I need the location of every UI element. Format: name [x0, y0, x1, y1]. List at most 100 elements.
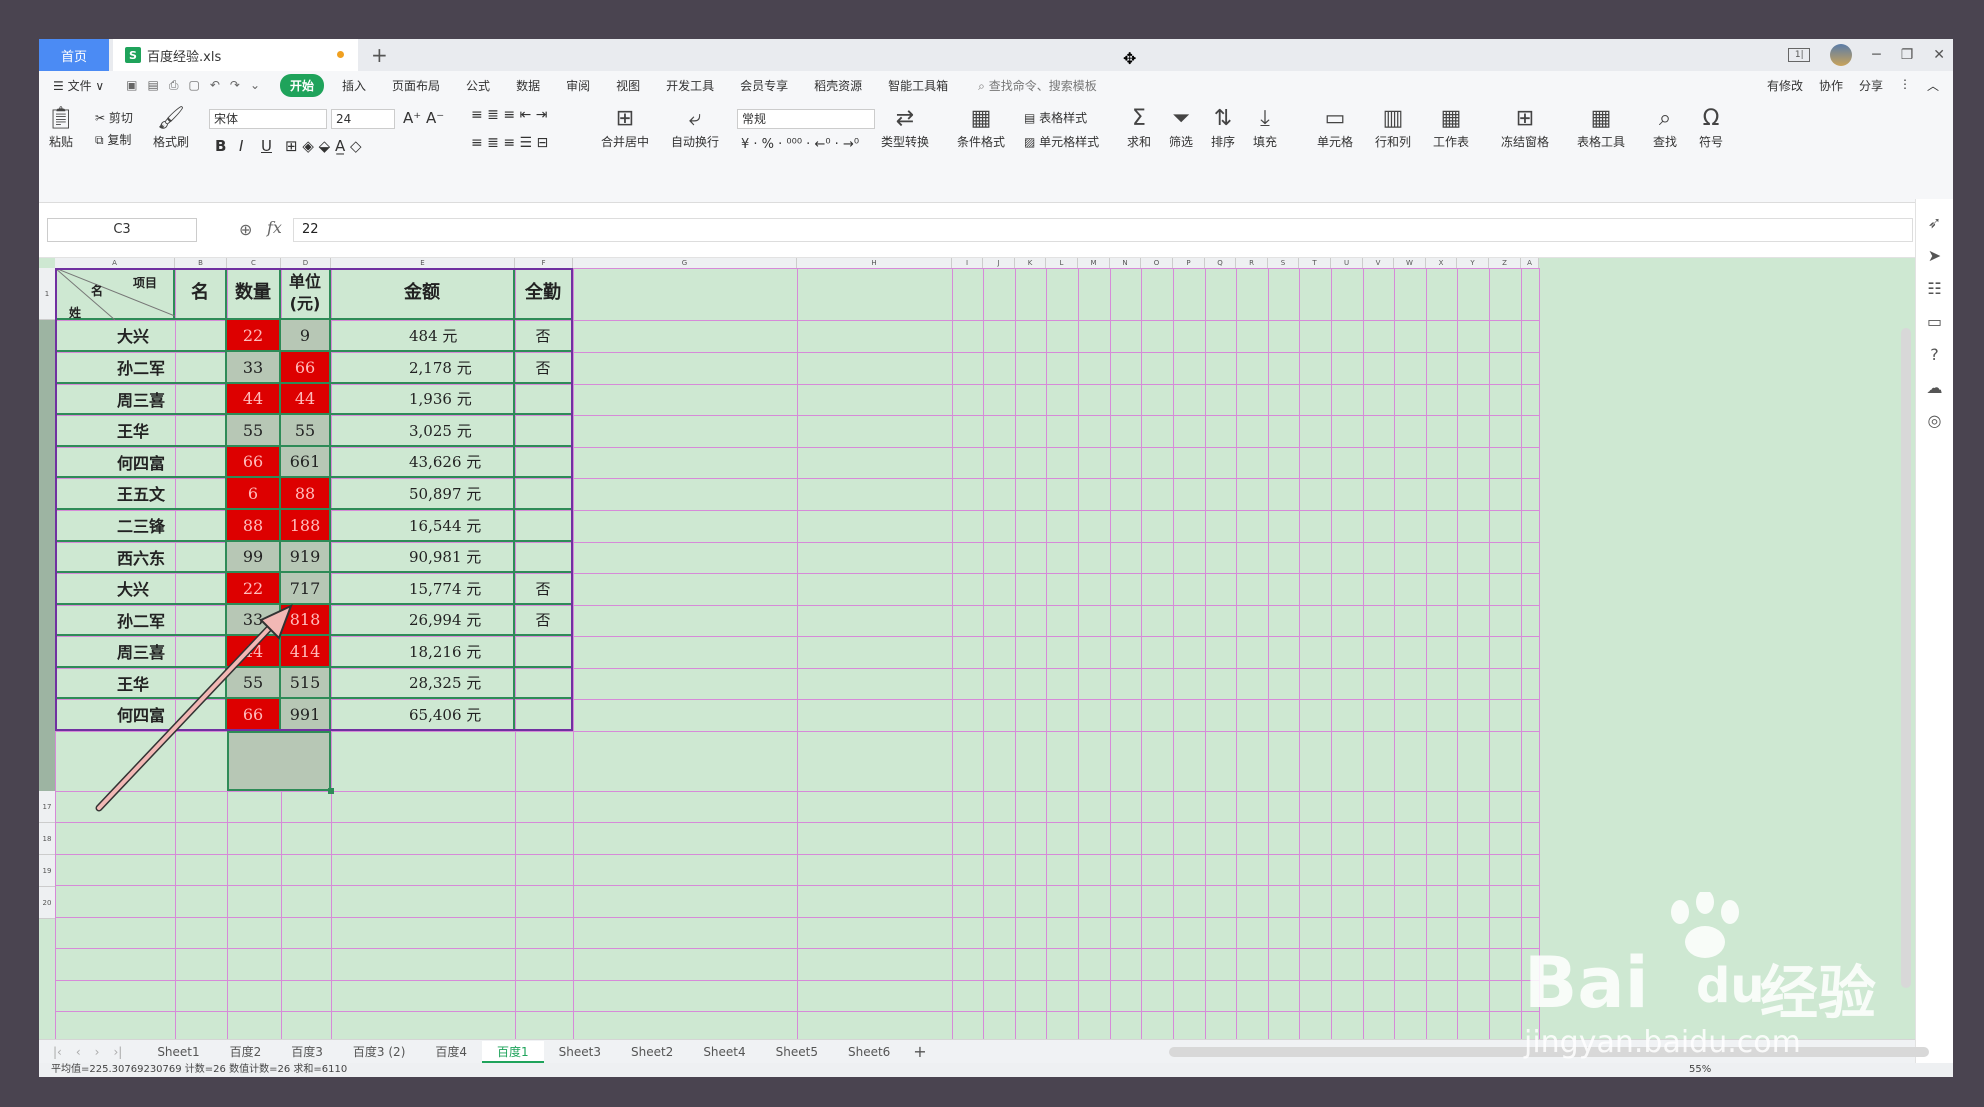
column-header-s[interactable]: S: [1268, 258, 1299, 268]
attendance-cell[interactable]: [515, 699, 573, 731]
align-top-icons[interactable]: ≡ ≣ ≡ ⇤ ⇥: [471, 107, 547, 123]
column-header-z[interactable]: Z: [1489, 258, 1521, 268]
amount-cell[interactable]: 28,325 元: [331, 668, 515, 699]
number-format-select[interactable]: 常规: [737, 109, 875, 129]
command-search[interactable]: ⌕ 查找命令、搜索模板: [978, 77, 1097, 94]
menu-tab-home[interactable]: 开始: [280, 73, 325, 97]
amount-cell[interactable]: 484 元: [331, 320, 515, 352]
attendance-cell[interactable]: [515, 668, 573, 699]
attendance-cell[interactable]: [515, 478, 573, 510]
column-header-w[interactable]: W: [1394, 258, 1426, 268]
menu-tab-data[interactable]: 数据: [516, 77, 540, 94]
wrap-text-button[interactable]: ⤶ 自动换行: [671, 105, 719, 150]
header-attendance[interactable]: 全勤: [515, 268, 573, 320]
menu-tab-insert[interactable]: 插入: [342, 77, 366, 94]
merge-center-button[interactable]: ⊞ 合并居中: [601, 105, 649, 150]
avatar[interactable]: [1830, 44, 1853, 66]
sheet-tab[interactable]: 百度1: [482, 1040, 544, 1063]
worksheet-button[interactable]: ▦ 工作表: [1433, 105, 1469, 150]
attendance-cell[interactable]: [515, 447, 573, 478]
export-icon[interactable]: ▤: [148, 78, 159, 93]
layout-icon[interactable]: ▭: [1916, 312, 1953, 331]
document-tab[interactable]: S 百度经验.xls: [113, 39, 358, 71]
formula-input[interactable]: 22: [293, 218, 1913, 242]
vertical-scrollbar[interactable]: [1901, 328, 1911, 988]
amount-cell[interactable]: 15,774 元: [331, 573, 515, 605]
print-icon[interactable]: ⎙: [169, 78, 179, 93]
sheet-tab[interactable]: 百度3 (2): [338, 1041, 420, 1063]
minimize-button[interactable]: ─: [1872, 47, 1880, 63]
column-header-a[interactable]: A: [1521, 258, 1539, 268]
paste-button[interactable]: 📋︎ 粘贴: [47, 105, 75, 150]
column-header-l[interactable]: L: [1046, 258, 1078, 268]
first-sheet-icon[interactable]: |‹: [53, 1045, 62, 1059]
attendance-cell[interactable]: 否: [515, 573, 573, 605]
rocket-icon[interactable]: ➶: [1916, 213, 1953, 232]
font-name-select[interactable]: 宋体: [209, 109, 327, 129]
column-header-x[interactable]: X: [1426, 258, 1457, 268]
reading-mode-icon[interactable]: 1|: [1788, 48, 1811, 62]
currency-percent-icons[interactable]: ¥ · % · ⁰⁰⁰ · ←⁰ · →⁰: [741, 137, 859, 152]
cut-button[interactable]: ✂ 剪切: [95, 109, 133, 126]
amount-cell[interactable]: 26,994 元: [331, 605, 515, 636]
column-header-k[interactable]: K: [1015, 258, 1046, 268]
sheet-tab[interactable]: Sheet6: [833, 1041, 905, 1063]
next-sheet-icon[interactable]: ›: [95, 1045, 100, 1059]
find-button[interactable]: ⌕ 查找: [1653, 105, 1677, 150]
border-icon[interactable]: ⊞ ◈ ⬙ A̲ ◇: [285, 137, 362, 155]
cell-button[interactable]: ▭ 单元格: [1317, 105, 1353, 150]
sheet-tab[interactable]: Sheet1: [142, 1041, 214, 1063]
save-icon[interactable]: ▣: [126, 78, 137, 93]
settings-sliders-icon[interactable]: ☷: [1916, 279, 1953, 298]
fill-button[interactable]: ⤓ 填充: [1253, 105, 1277, 150]
column-header-n[interactable]: N: [1110, 258, 1141, 268]
copy-button[interactable]: ⧉ 复制: [95, 131, 131, 148]
attendance-cell[interactable]: 否: [515, 320, 573, 352]
column-header-e[interactable]: E: [331, 258, 515, 268]
spreadsheet-grid[interactable]: ABCDEFGHIJKLMNOPQRSTUVWXYZA1345678910111…: [39, 258, 1915, 1074]
amount-cell[interactable]: 18,216 元: [331, 636, 515, 668]
attendance-cell[interactable]: [515, 384, 573, 415]
column-header-p[interactable]: P: [1173, 258, 1205, 268]
new-tab-button[interactable]: +: [371, 43, 388, 67]
font-grow-icon[interactable]: A⁺ A⁻: [403, 109, 444, 127]
column-header-v[interactable]: V: [1363, 258, 1394, 268]
add-sheet-button[interactable]: +: [913, 1042, 926, 1061]
compass-icon[interactable]: ◎: [1916, 411, 1953, 430]
sheet-tab[interactable]: 百度2: [215, 1041, 277, 1063]
prev-sheet-icon[interactable]: ‹: [76, 1045, 81, 1059]
bold-button[interactable]: B: [215, 137, 226, 155]
backup-icon[interactable]: ☁: [1916, 378, 1953, 397]
amount-cell[interactable]: 3,025 元: [331, 415, 515, 447]
sum-button[interactable]: Σ 求和: [1127, 105, 1151, 150]
preview-icon[interactable]: ▢: [188, 78, 199, 93]
column-header-h[interactable]: H: [797, 258, 952, 268]
menu-tab-member[interactable]: 会员专享: [740, 77, 788, 94]
sort-button[interactable]: ⇅ 排序: [1211, 105, 1235, 150]
format-painter-button[interactable]: 🖌︎ 格式刷: [153, 105, 189, 150]
maximize-button[interactable]: ❐: [1901, 47, 1914, 63]
type-convert-button[interactable]: ⇄ 类型转换: [881, 105, 929, 150]
amount-cell[interactable]: 1,936 元: [331, 384, 515, 415]
share-button[interactable]: 分享: [1859, 77, 1883, 94]
attendance-cell[interactable]: [515, 415, 573, 447]
column-header-o[interactable]: O: [1141, 258, 1173, 268]
zoom-level[interactable]: 55%: [1689, 1063, 1711, 1077]
redo-icon[interactable]: ↷: [230, 78, 240, 93]
sheet-tab[interactable]: Sheet2: [616, 1041, 688, 1063]
attendance-cell[interactable]: 否: [515, 352, 573, 384]
symbol-button[interactable]: Ω 符号: [1699, 105, 1723, 150]
italic-button[interactable]: I: [239, 137, 243, 155]
amount-cell[interactable]: 16,544 元: [331, 510, 515, 542]
column-header-r[interactable]: R: [1236, 258, 1268, 268]
sheet-tab[interactable]: Sheet3: [544, 1041, 616, 1063]
row-col-button[interactable]: ▥ 行和列: [1375, 105, 1411, 150]
column-header-u[interactable]: U: [1331, 258, 1363, 268]
menu-tab-smart-tools[interactable]: 智能工具箱: [888, 77, 948, 94]
changes-button[interactable]: 有修改: [1767, 77, 1803, 94]
attendance-cell[interactable]: [515, 510, 573, 542]
attendance-cell[interactable]: 否: [515, 605, 573, 636]
pointer-icon[interactable]: ➤: [1916, 246, 1953, 265]
file-menu[interactable]: ☰ 文件 ∨: [53, 77, 104, 94]
horizontal-scrollbar[interactable]: [1169, 1047, 1929, 1057]
